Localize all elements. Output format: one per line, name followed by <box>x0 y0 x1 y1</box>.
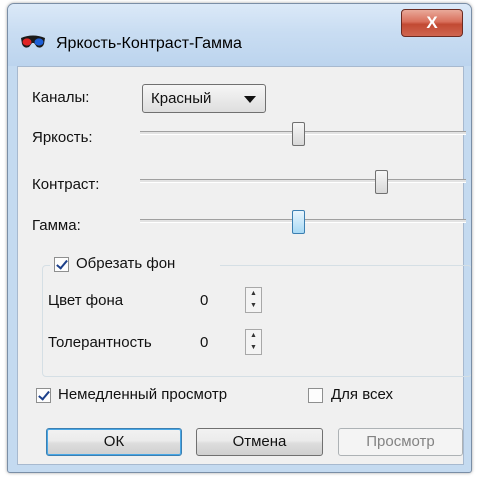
background-color-value[interactable]: 0 <box>200 292 208 309</box>
gamma-label: Гамма: <box>32 217 81 234</box>
tolerance-value[interactable]: 0 <box>200 334 208 351</box>
window-title: Яркость-Контраст-Гамма <box>56 35 242 52</box>
crop-background-label: Обрезать фон <box>76 255 176 272</box>
gamma-slider-thumb[interactable] <box>292 210 305 234</box>
channels-label: Каналы: <box>32 89 90 106</box>
immediate-preview-checkbox[interactable] <box>36 388 51 403</box>
for-all-label: Для всех <box>331 386 394 403</box>
crop-background-group <box>42 265 471 377</box>
chevron-down-icon <box>244 96 256 103</box>
spin-down-icon[interactable]: ▼ <box>246 342 261 354</box>
for-all-checkbox[interactable] <box>308 388 323 403</box>
contrast-slider-thumb[interactable] <box>375 170 388 194</box>
contrast-label: Контраст: <box>32 176 100 193</box>
spin-up-icon[interactable]: ▲ <box>246 288 261 300</box>
immediate-preview-label: Немедленный просмотр <box>58 386 228 403</box>
dialog-body: Каналы: Красный Яркость: Контраст: Гамма… <box>17 66 471 465</box>
spin-down-icon[interactable]: ▼ <box>246 300 261 312</box>
spin-up-icon[interactable]: ▲ <box>246 330 261 342</box>
contrast-slider-track[interactable] <box>140 179 466 183</box>
title-bar[interactable]: Яркость-Контраст-Гамма X <box>8 4 471 66</box>
channels-dropdown[interactable]: Красный <box>142 84 266 113</box>
close-button[interactable]: X <box>401 9 463 37</box>
close-icon: X <box>426 13 438 32</box>
crop-background-checkbox[interactable] <box>54 257 69 272</box>
cancel-button[interactable]: Отмена <box>196 428 323 456</box>
background-color-spinner[interactable]: ▲ ▼ <box>245 287 262 313</box>
tolerance-spinner[interactable]: ▲ ▼ <box>245 329 262 355</box>
brightness-label: Яркость: <box>32 129 93 146</box>
tolerance-label: Толерантность <box>48 334 152 351</box>
dialog-window: Яркость-Контраст-Гамма X Каналы: Красный… <box>7 3 472 473</box>
brightness-slider-thumb[interactable] <box>292 122 305 146</box>
3d-glasses-icon <box>20 33 46 51</box>
preview-button[interactable]: Просмотр <box>338 428 463 456</box>
background-color-label: Цвет фона <box>48 292 124 309</box>
channels-selected-value: Красный <box>151 90 212 107</box>
ok-button[interactable]: ОК <box>46 428 182 456</box>
